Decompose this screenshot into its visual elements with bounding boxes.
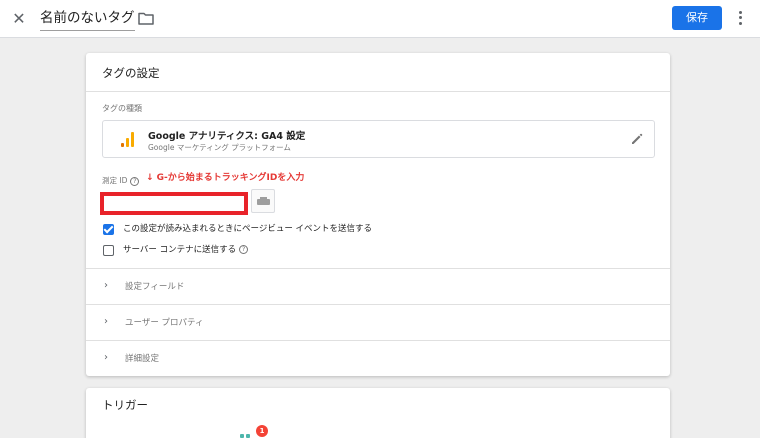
measurement-id-label-text: 測定 ID [102,176,128,185]
help-icon[interactable]: ? [239,245,249,254]
tag-type-label: タグの種類 [102,104,142,113]
trigger-title: トリガー [102,398,148,412]
save-button[interactable]: 保存 [672,6,722,30]
close-icon[interactable]: ✕ [9,9,29,29]
expander-label: 設定フィールド [125,282,185,292]
trigger-icon [240,434,252,438]
tag-type-subtitle: Google マーケティング プラットフォーム [148,143,291,152]
chevron-right-icon: › [104,280,108,291]
more-vert-icon[interactable] [733,8,747,30]
notification-badge: 1 [256,425,268,437]
folder-icon[interactable] [138,11,154,25]
expander-label: ユーザー プロパティ [125,318,204,328]
help-icon[interactable]: ? [130,176,140,186]
annotation-text: ↓ G-から始まるトラッキングIDを入力 [146,173,305,183]
top-bar: ✕ 名前のないタグ 保存 [0,0,760,38]
edit-pencil-icon[interactable] [630,132,644,146]
chevron-right-icon: › [104,352,108,363]
server-container-checkbox-label: サーバー コンテナに送信する? [123,244,249,257]
measurement-id-label: 測定 ID? [102,175,140,186]
checkbox-unchecked[interactable] [103,245,114,256]
pageview-checkbox-label: この設定が読み込まれるときにページビュー イベントを送信する [123,224,373,234]
card-divider [86,91,670,92]
variable-picker-icon[interactable] [251,189,275,213]
expander-fields[interactable]: › 設定フィールド [86,268,670,304]
tag-settings-card: タグの設定 タグの種類 Google アナリティクス: GA4 設定 Googl… [86,53,670,376]
server-container-label-text: サーバー コンテナに送信する [123,245,237,255]
expander-user-properties[interactable]: › ユーザー プロパティ [86,304,670,340]
trigger-card[interactable]: トリガー 1 [86,388,670,438]
expander-label: 詳細設定 [125,354,160,364]
tag-type-selector[interactable]: Google アナリティクス: GA4 設定 Google マーケティング プラ… [102,120,655,158]
card-title: タグの設定 [102,66,160,80]
tag-name-field[interactable]: 名前のないタグ [40,8,135,31]
google-analytics-icon [120,131,136,147]
tag-type-name: Google アナリティクス: GA4 設定 [148,131,306,142]
checkbox-checked[interactable] [103,224,114,235]
measurement-id-input[interactable] [100,192,248,215]
expander-advanced[interactable]: › 詳細設定 [86,340,670,376]
chevron-right-icon: › [104,316,108,327]
